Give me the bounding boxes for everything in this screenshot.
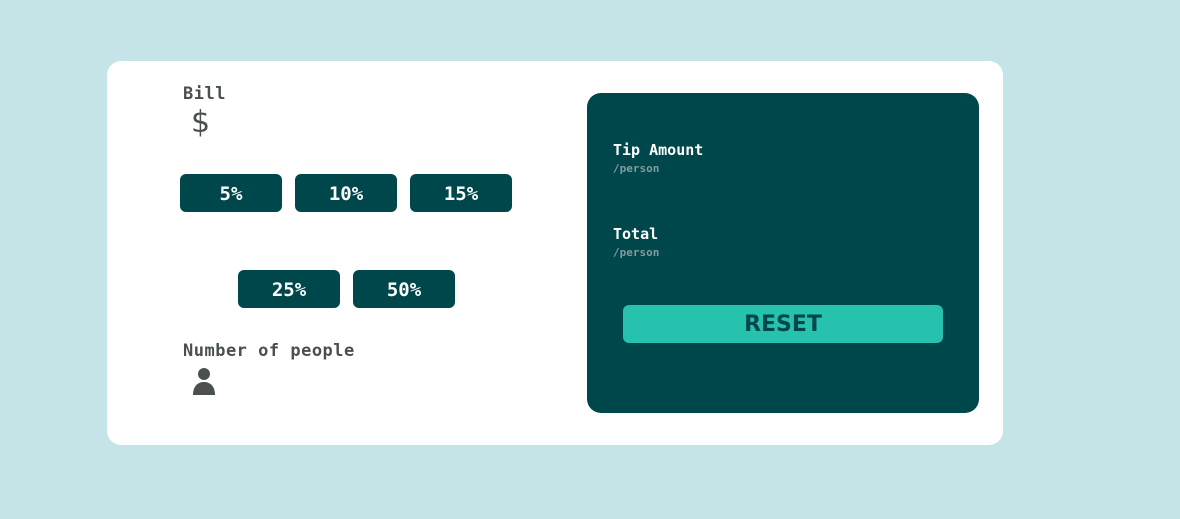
tip-50-button[interactable]: 50% — [353, 270, 455, 308]
dollar-icon: $ — [191, 105, 211, 140]
tip-15-button[interactable]: 15% — [410, 174, 512, 212]
person-icon — [193, 368, 215, 395]
tip-5-button[interactable]: 5% — [180, 174, 282, 212]
tip-25-button[interactable]: 25% — [238, 270, 340, 308]
calculator-card: Bill $ 5% 10% 15% 25% 50% Number of peop… — [107, 61, 1003, 445]
total-label: Total — [613, 225, 659, 243]
people-label: Number of people — [183, 341, 355, 361]
tip-amount-per-person-label: /person — [613, 162, 660, 175]
bill-label: Bill — [183, 84, 226, 104]
total-per-person-label: /person — [613, 246, 660, 259]
result-panel: Tip Amount /person Total /person RESET — [587, 93, 979, 413]
tip-10-button[interactable]: 10% — [295, 174, 397, 212]
tip-amount-label: Tip Amount — [613, 141, 704, 159]
reset-button[interactable]: RESET — [623, 305, 943, 343]
